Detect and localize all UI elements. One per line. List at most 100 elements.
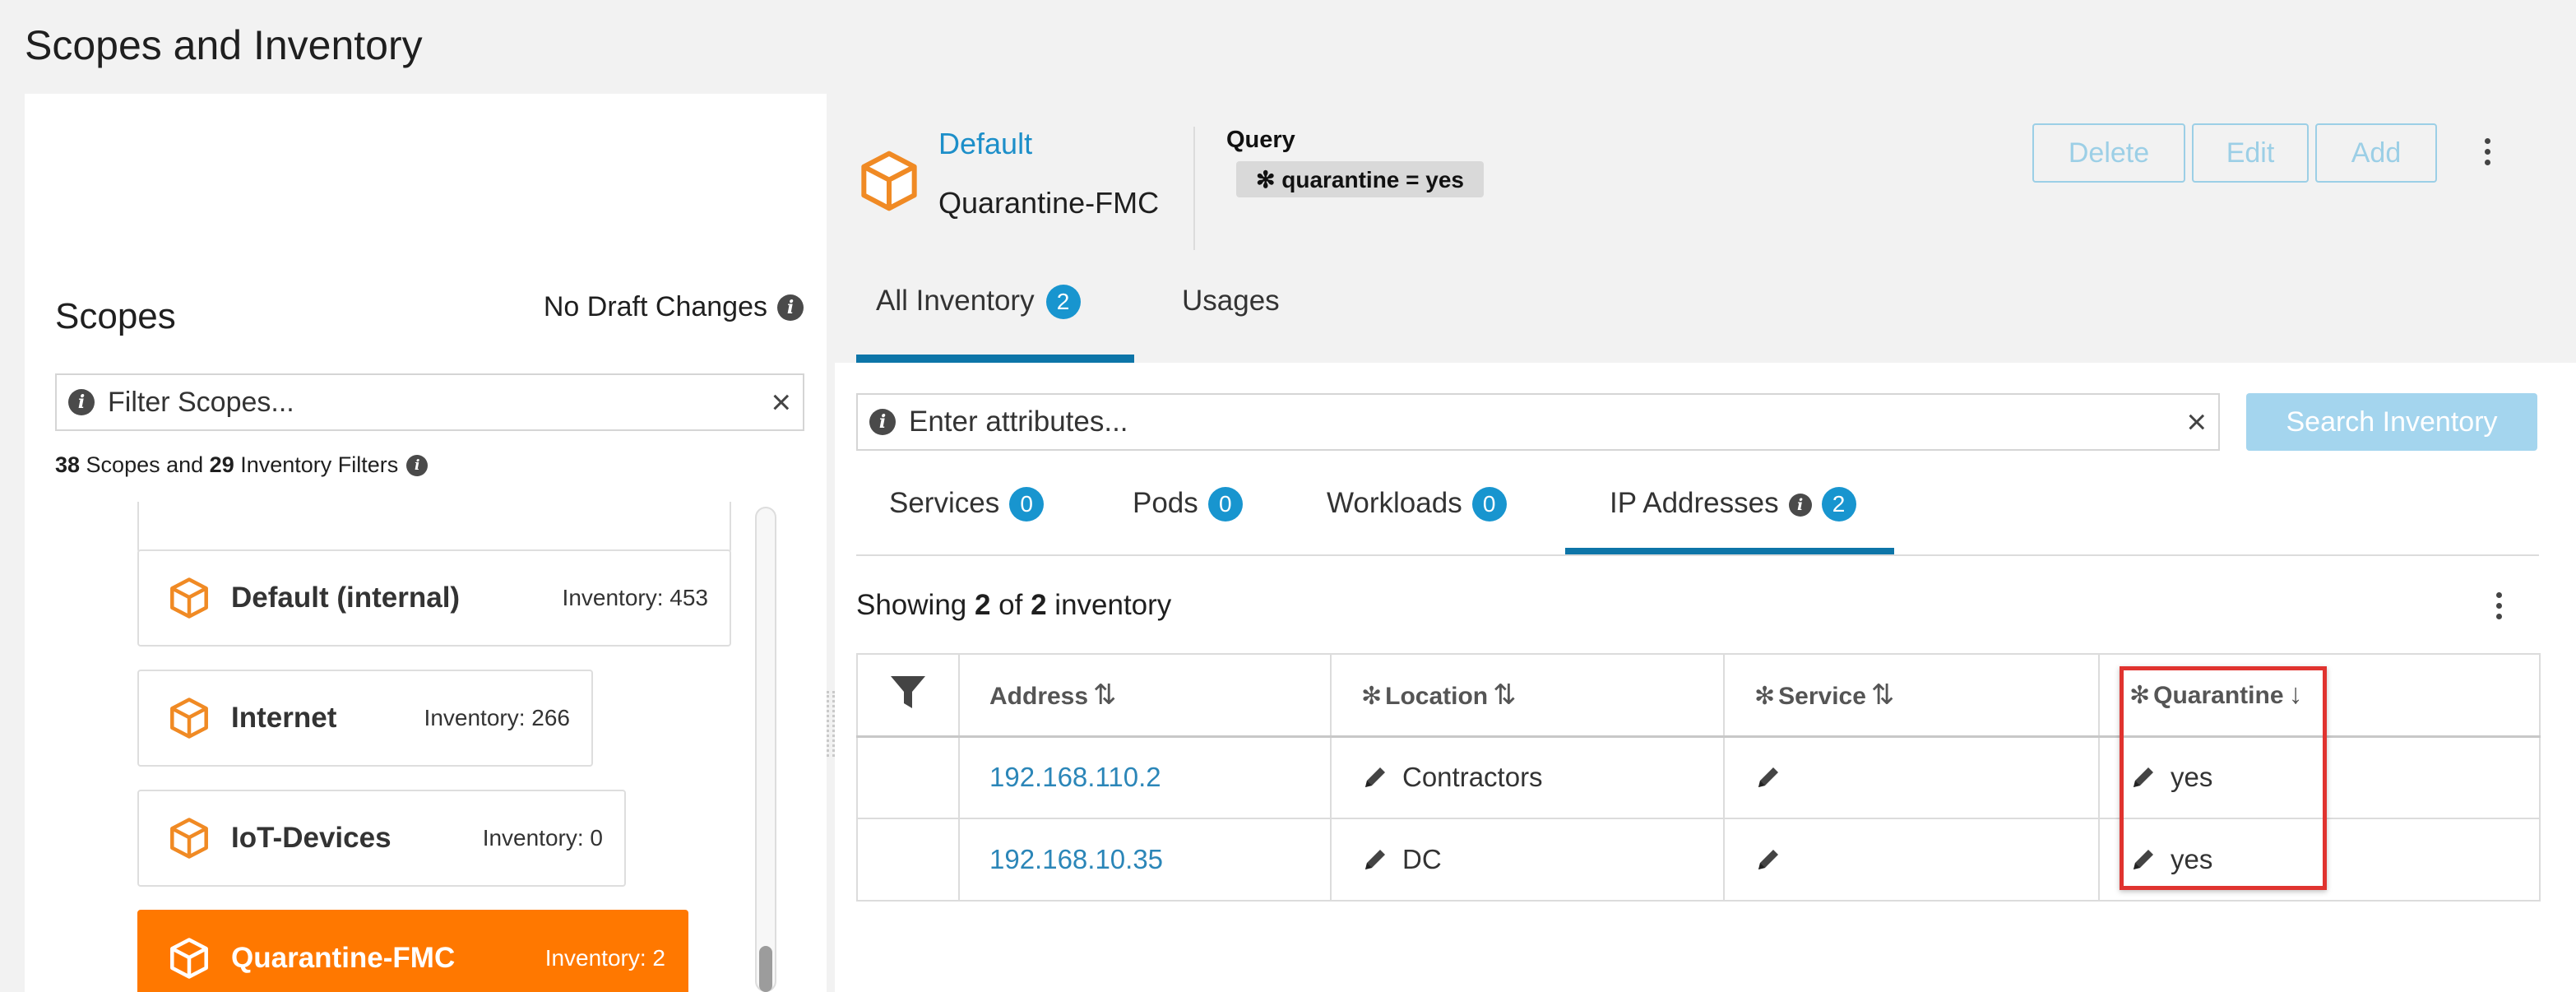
inventory-table: Address ⇅ ✻ Location ⇅ ✻ Service ⇅ ✻ Quarantin… — [856, 653, 2541, 902]
scopes-panel: Scopes No Draft Changes i i Filter Scope… — [25, 94, 827, 992]
scope-header: Default Quarantine-FMC Query ✻ quarantin… — [835, 94, 2576, 363]
scope-inventory-count: Inventory: 0 — [482, 825, 603, 851]
table-options-icon[interactable] — [2496, 592, 2502, 619]
clear-icon[interactable]: × — [771, 385, 791, 420]
scope-count-number: 38 — [55, 452, 81, 477]
edit-pencil-icon[interactable] — [1361, 846, 1389, 874]
filter-count-number: 29 — [209, 452, 234, 477]
edit-pencil-icon[interactable] — [1754, 846, 1782, 874]
query-chip: ✻ quarantine = yes — [1236, 161, 1484, 197]
tab-all-inventory[interactable]: All Inventory 2 — [856, 285, 1134, 363]
asterisk-icon: ✻ — [1754, 682, 1776, 710]
subtab-pods-count: 0 — [1207, 487, 1243, 521]
column-quarantine-label: Quarantine — [2153, 682, 2284, 710]
subtab-ip-addresses-count: 2 — [1821, 487, 1856, 521]
showing-mid: of — [990, 589, 1031, 621]
subtab-ip-addresses-label: IP Addresses — [1610, 487, 1779, 519]
query-label: Query — [1226, 127, 1295, 153]
cube-icon — [170, 698, 208, 739]
location-value: Contractors — [1402, 762, 1543, 793]
edit-pencil-icon[interactable] — [2129, 763, 2157, 791]
cube-icon — [170, 577, 208, 619]
address-cell: 192.168.10.35 — [958, 818, 1332, 902]
subtab-services[interactable]: Services 0 — [889, 487, 1045, 556]
table-row: 192.168.110.2 Contractors yes — [856, 735, 2541, 819]
showing-count: Showing 2 of 2 inventory — [856, 589, 1171, 622]
clear-icon[interactable]: × — [2186, 405, 2207, 439]
showing-shown: 2 — [974, 589, 991, 621]
showing-suffix: inventory — [1046, 589, 1172, 621]
showing-prefix: Showing — [856, 589, 975, 621]
column-service[interactable]: ✻ Service ⇅ — [1723, 653, 2100, 737]
service-cell — [1723, 735, 2100, 819]
subtab-services-label: Services — [889, 487, 1000, 519]
scope-card-partial[interactable] — [137, 502, 731, 553]
scope-list-scrollbar-thumb[interactable] — [759, 946, 772, 992]
scope-list: Default (internal) Inventory: 453 Intern… — [25, 502, 827, 992]
delete-button[interactable]: Delete — [2032, 123, 2185, 183]
draft-status-text: No Draft Changes — [543, 291, 767, 322]
info-icon[interactable]: i — [406, 454, 429, 476]
sort-down-icon[interactable]: ↓ — [2289, 679, 2303, 710]
filter-scopes-input[interactable]: i Filter Scopes... × — [55, 373, 804, 431]
tab-usages-label: Usages — [1182, 285, 1280, 317]
quarantine-value: yes — [2171, 762, 2213, 793]
scope-detail-panel: Default Quarantine-FMC Query ✻ quarantin… — [835, 94, 2576, 992]
edit-pencil-icon[interactable] — [2129, 846, 2157, 874]
sort-icon[interactable]: ⇅ — [1093, 679, 1117, 711]
column-service-label: Service — [1778, 682, 1866, 710]
cube-icon — [861, 151, 917, 211]
filter-scopes-placeholder: Filter Scopes... — [108, 386, 294, 418]
draft-status: No Draft Changes i — [544, 291, 804, 323]
scope-inventory-count: Inventory: 2 — [544, 945, 665, 971]
filter-icon[interactable] — [888, 672, 928, 712]
scope-card-internet[interactable]: Internet Inventory: 266 — [137, 670, 593, 767]
search-inventory-button[interactable]: Search Inventory — [2246, 393, 2537, 451]
column-location[interactable]: ✻ Location ⇅ — [1330, 653, 1725, 737]
attributes-search-input[interactable]: i Enter attributes... × — [856, 393, 2220, 451]
scope-count: 38 Scopes and 29 Inventory Filters i — [55, 452, 429, 478]
more-options-icon[interactable] — [2485, 138, 2490, 165]
address-cell: 192.168.110.2 — [958, 735, 1332, 819]
column-address[interactable]: Address ⇅ — [958, 653, 1332, 737]
edit-button[interactable]: Edit — [2192, 123, 2309, 183]
cube-icon — [170, 938, 208, 979]
asterisk-icon: ✻ — [1361, 682, 1383, 710]
sort-icon[interactable]: ⇅ — [1871, 679, 1895, 711]
scope-card-iot-devices[interactable]: IoT-Devices Inventory: 0 — [137, 790, 626, 887]
column-location-label: Location — [1385, 682, 1489, 710]
scope-name: Default (internal) — [231, 582, 461, 614]
edit-pencil-icon[interactable] — [1754, 763, 1782, 791]
scope-name: IoT-Devices — [231, 822, 391, 854]
quarantine-value: yes — [2171, 844, 2213, 874]
location-value: DC — [1402, 844, 1442, 874]
cube-icon — [170, 818, 208, 859]
column-quarantine[interactable]: ✻ Quarantine ↓ — [2098, 653, 2541, 737]
scope-list-scrollbar[interactable] — [755, 507, 776, 992]
row-filter-cell — [856, 818, 960, 902]
info-icon[interactable]: i — [777, 294, 804, 321]
column-filter[interactable] — [856, 653, 960, 737]
location-cell: DC — [1330, 818, 1725, 902]
info-icon[interactable]: i — [1788, 494, 1812, 517]
subtab-workloads-label: Workloads — [1327, 487, 1462, 519]
sort-icon[interactable]: ⇅ — [1493, 679, 1517, 711]
parent-scope-link[interactable]: Default — [938, 127, 1032, 161]
tab-usages[interactable]: Usages — [1182, 285, 1280, 363]
scope-card-quarantine-fmc[interactable]: Quarantine-FMC Inventory: 2 — [137, 910, 688, 992]
add-button[interactable]: Add — [2315, 123, 2437, 183]
edit-pencil-icon[interactable] — [1361, 763, 1389, 791]
scope-inventory-count: Inventory: 453 — [562, 585, 708, 610]
scope-inventory-count: Inventory: 266 — [424, 705, 570, 730]
subtab-pods[interactable]: Pods 0 — [1133, 487, 1243, 556]
scopes-heading: Scopes — [55, 296, 176, 336]
subtab-workloads[interactable]: Workloads 0 — [1327, 487, 1507, 556]
address-link[interactable]: 192.168.10.35 — [989, 844, 1163, 874]
subtab-ip-addresses[interactable]: IP Addresses i 2 — [1565, 487, 1894, 556]
scope-card-default-internal[interactable]: Default (internal) Inventory: 453 — [137, 549, 731, 647]
scope-name-title: Quarantine-FMC — [938, 186, 1160, 220]
panel-resize-handle[interactable] — [827, 691, 835, 757]
subtab-workloads-count: 0 — [1471, 487, 1507, 521]
quarantine-cell: yes — [2098, 818, 2541, 902]
address-link[interactable]: 192.168.110.2 — [989, 762, 1161, 792]
